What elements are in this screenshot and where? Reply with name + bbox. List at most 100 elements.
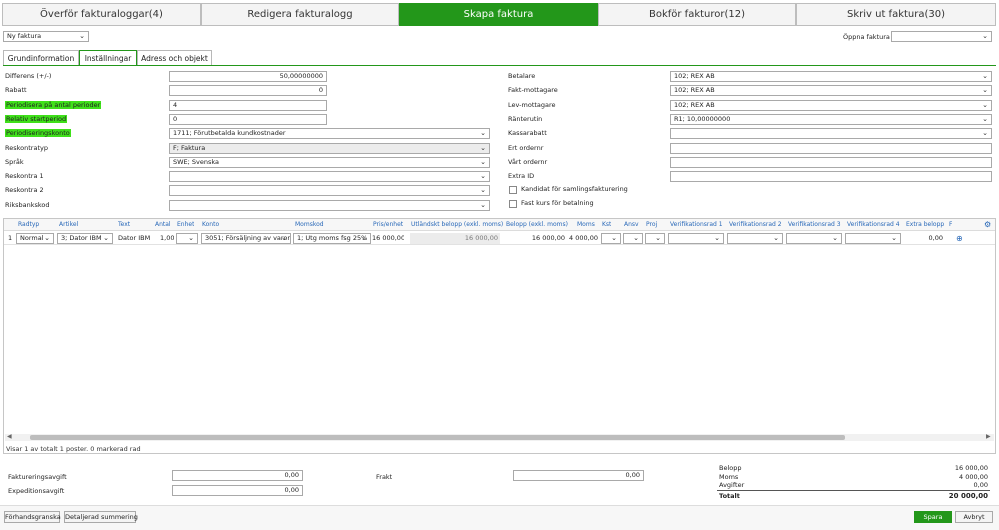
tab-edit-invoice-log[interactable]: Redigera fakturalogg	[201, 3, 399, 26]
column-header[interactable]: Pris/enhet	[373, 220, 403, 230]
detailed-summary-button[interactable]: Detaljerad summering	[64, 511, 138, 523]
column-header[interactable]: Kst	[602, 220, 611, 230]
chevron-down-icon: ⌄	[281, 234, 287, 242]
account-select[interactable]: 3051; Försäljning av varor ⌄	[201, 233, 291, 244]
column-header[interactable]: Utländskt belopp (exkl. moms)	[411, 220, 503, 230]
add-row-icon[interactable]: ⊕	[956, 233, 963, 244]
field-label-text: Periodisera på antal perioder	[5, 100, 102, 109]
column-header[interactable]: Verifikationsrad 4	[847, 220, 900, 230]
column-header[interactable]: Verifikationsrad 2	[729, 220, 782, 230]
collective-invoice-checkbox[interactable]	[509, 186, 517, 194]
sum-vat-label: Moms	[719, 473, 739, 481]
field-input[interactable]	[670, 156, 992, 168]
cancel-button[interactable]: Avbryt	[955, 511, 993, 523]
field-select[interactable]: F; Faktura ⌄	[169, 142, 490, 154]
column-header[interactable]: Antal	[155, 220, 171, 230]
chevron-down-icon: ⌄	[188, 234, 194, 242]
column-header[interactable]: Radtyp	[18, 220, 39, 230]
column-header[interactable]: Moms	[577, 220, 595, 230]
field-input[interactable]	[670, 142, 992, 154]
field-select[interactable]: ⌄	[670, 128, 992, 140]
freight-input[interactable]: 0,00	[513, 470, 644, 481]
preview-button[interactable]: Förhandsgranska	[4, 511, 61, 523]
save-button[interactable]: Spara	[914, 511, 952, 523]
vat-code-select[interactable]: 1; Utg moms fsg 25% ⌄	[293, 233, 371, 244]
column-header[interactable]: Artikel	[59, 220, 78, 230]
cost-center-select[interactable]: ⌄	[601, 233, 621, 244]
field-select[interactable]: ⌄	[169, 199, 490, 211]
scroll-left-icon[interactable]: ◀	[7, 433, 12, 441]
field-select[interactable]: 1711; Förutbetalda kundkostnader ⌄	[169, 128, 490, 140]
field-select[interactable]: 102; REX AB ⌄	[670, 99, 992, 111]
scrollbar-thumb[interactable]	[30, 435, 845, 440]
grid-settings-icon[interactable]: ⚙	[984, 220, 991, 230]
field-input[interactable]: 50,00000000	[169, 71, 327, 82]
field-label-text: Relativ startperiod	[5, 114, 68, 123]
column-header[interactable]: Momskod	[295, 220, 324, 230]
responsible-select[interactable]: ⌄	[623, 233, 643, 244]
verification-row-4-select[interactable]: ⌄	[845, 233, 901, 244]
tab-create-invoice[interactable]: Skapa faktura	[399, 3, 598, 26]
open-invoice-label: Öppna faktura	[843, 33, 890, 41]
tab-divider	[3, 65, 996, 66]
row-unit-price[interactable]: 16 000,00	[372, 233, 404, 244]
column-header[interactable]: Verifikationsrad 3	[788, 220, 841, 230]
field-input[interactable]: 0	[169, 85, 327, 97]
field-input[interactable]: 0	[169, 113, 327, 125]
field-label: Differens (+/-)	[5, 72, 51, 81]
column-header[interactable]: Extra belopp	[906, 220, 944, 230]
grid-status-text: Visar 1 av totalt 1 poster. 0 markerad r…	[6, 445, 141, 453]
chevron-down-icon: ⌄	[714, 234, 720, 242]
tab-transfer-invoice-logs[interactable]: Överför fakturaloggar(4)	[2, 3, 201, 26]
field-label: Riksbankskod	[5, 201, 50, 210]
verification-row-1-select[interactable]: ⌄	[668, 233, 724, 244]
account-value: 3051; Försäljning av varor	[205, 234, 291, 242]
invoicing-fee-input[interactable]: 0,00	[172, 470, 303, 481]
field-label: Ert ordernr	[508, 143, 544, 152]
vat-code-value: 1; Utg moms fsg 25%	[297, 234, 368, 242]
tab-address-objects[interactable]: Adress och objekt	[137, 50, 212, 66]
expedition-fee-input[interactable]: 0,00	[172, 485, 303, 496]
column-header[interactable]: Belopp (exkl. moms)	[506, 220, 568, 230]
field-select[interactable]: R1; 10,00000000 ⌄	[670, 113, 992, 125]
article-select[interactable]: 3; Dator IBM ⌄	[57, 233, 113, 244]
field-select[interactable]: 102; REX AB ⌄	[670, 71, 992, 82]
field-select[interactable]: SWE; Svenska ⌄	[169, 156, 490, 168]
verification-row-2-select[interactable]: ⌄	[727, 233, 783, 244]
chevron-down-icon: ⌄	[982, 32, 988, 40]
field-select[interactable]: ⌄	[169, 185, 490, 197]
column-header[interactable]: Text	[118, 220, 130, 230]
tab-print-invoice[interactable]: Skriv ut faktura(30)	[796, 3, 996, 26]
field-input[interactable]: 4	[169, 99, 327, 111]
column-header[interactable]: Enhet	[177, 220, 194, 230]
chevron-down-icon: ⌄	[832, 234, 838, 242]
chevron-down-icon: ⌄	[480, 172, 486, 181]
field-input[interactable]	[670, 171, 992, 183]
new-invoice-select[interactable]: Ny faktura ⌄	[3, 31, 89, 42]
column-header[interactable]: Konto	[202, 220, 219, 230]
column-header[interactable]: Proj	[646, 220, 657, 230]
project-select[interactable]: ⌄	[645, 233, 665, 244]
verification-row-3-select[interactable]: ⌄	[786, 233, 842, 244]
row-text[interactable]: Dator IBM	[118, 233, 150, 244]
field-select[interactable]: ⌄	[169, 171, 490, 183]
tab-settings[interactable]: Inställningar	[79, 50, 137, 66]
row-quantity[interactable]: 1,00	[160, 233, 174, 244]
fixed-rate-checkbox[interactable]	[509, 200, 517, 208]
field-label: Betalare	[508, 72, 536, 80]
new-invoice-value: Ny faktura	[7, 32, 42, 40]
tab-basic-info[interactable]: Grundinformation	[3, 50, 79, 66]
row-extra-amount[interactable]: 0,00	[905, 233, 943, 244]
field-select[interactable]: 102; REX AB ⌄	[670, 85, 992, 97]
tab-post-invoices[interactable]: Bokför fakturor(12)	[598, 3, 796, 26]
field-value: 102; REX AB	[674, 86, 715, 95]
field-label-text: Riksbankskod	[5, 200, 50, 209]
unit-select[interactable]: ⌄	[176, 233, 198, 244]
column-header[interactable]: Ansv	[624, 220, 639, 230]
scroll-right-icon[interactable]: ▶	[986, 433, 991, 441]
column-header[interactable]: Verifikationsrad 1	[670, 220, 723, 230]
row-amount[interactable]: 16 000,00	[505, 233, 565, 244]
column-header[interactable]: F	[949, 220, 952, 230]
row-type-select[interactable]: Normal ⌄	[16, 233, 54, 244]
open-invoice-select[interactable]: ⌄	[891, 31, 992, 42]
